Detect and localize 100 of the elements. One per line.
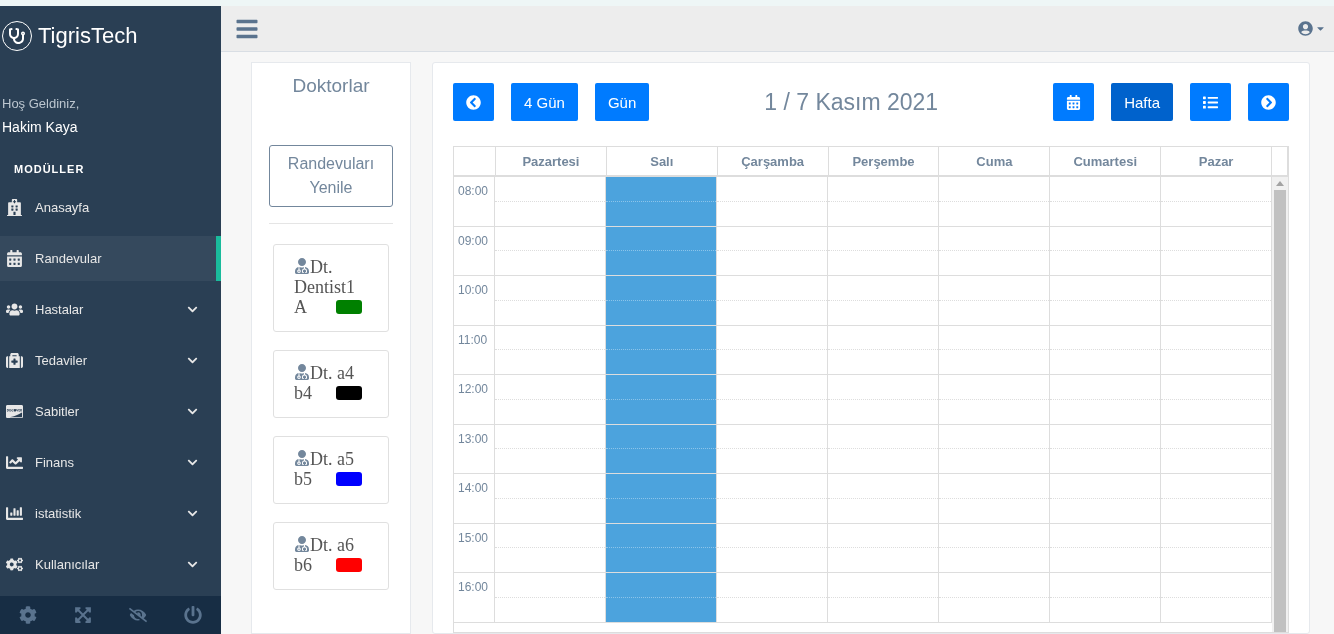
highlighted-slot[interactable] (606, 474, 717, 523)
highlighted-slot[interactable] (606, 375, 717, 424)
time-slot[interactable] (717, 424, 828, 473)
time-slot[interactable] (1161, 375, 1272, 424)
highlighted-slot[interactable] (606, 226, 717, 275)
time-slot[interactable] (1050, 573, 1161, 622)
doctor-card[interactable]: Dt. Dentist1 A (273, 244, 389, 332)
doctor-icon (294, 364, 310, 380)
sidebar-item[interactable]: Kullanıcılar (0, 542, 221, 587)
time-slot[interactable] (495, 325, 606, 374)
day-header: Çarşamba (717, 147, 829, 175)
time-slot[interactable] (939, 325, 1050, 374)
user-menu-button[interactable] (1298, 21, 1326, 36)
time-slot[interactable] (939, 276, 1050, 325)
time-slot[interactable] (828, 325, 939, 374)
month-view-button[interactable] (1053, 83, 1095, 121)
time-slot[interactable] (495, 226, 606, 275)
time-slot[interactable] (1050, 523, 1161, 572)
sidebar-item[interactable]: Anasayfa (0, 185, 221, 230)
next-button[interactable] (1248, 83, 1289, 121)
time-slot[interactable] (495, 474, 606, 523)
time-slot[interactable] (495, 276, 606, 325)
fullscreen-button[interactable] (73, 606, 92, 624)
time-slot[interactable] (828, 226, 939, 275)
time-slot[interactable] (717, 325, 828, 374)
doctor-card[interactable]: Dt. a4 b4 (273, 350, 389, 418)
highlighted-slot[interactable] (606, 573, 717, 622)
time-slot[interactable] (939, 523, 1050, 572)
time-slot[interactable] (1161, 474, 1272, 523)
time-slot[interactable] (717, 523, 828, 572)
eye-slash-button[interactable] (129, 606, 148, 624)
time-slot[interactable] (828, 276, 939, 325)
scrollbar[interactable] (1272, 177, 1288, 632)
time-slot[interactable] (828, 177, 939, 226)
time-slot[interactable] (828, 474, 939, 523)
highlighted-slot[interactable] (606, 325, 717, 374)
day-header: Salı (606, 147, 718, 175)
settings-button[interactable] (18, 606, 37, 624)
time-slot[interactable] (939, 424, 1050, 473)
sidebar-item[interactable]: Sabitler (0, 389, 221, 434)
time-slot[interactable] (1161, 325, 1272, 374)
time-slot[interactable] (828, 523, 939, 572)
list-view-button[interactable] (1190, 83, 1231, 121)
time-slot[interactable] (1161, 177, 1272, 226)
time-slot[interactable] (717, 276, 828, 325)
sidebar-item[interactable]: Randevular (0, 236, 221, 281)
time-slot[interactable] (939, 177, 1050, 226)
time-slot[interactable] (1050, 226, 1161, 275)
time-slot[interactable] (717, 226, 828, 275)
sidebar-item[interactable]: Tedaviler (0, 338, 221, 383)
time-slot[interactable] (717, 177, 828, 226)
doctor-icon (294, 258, 310, 274)
time-slot[interactable] (939, 375, 1050, 424)
time-slot[interactable] (1161, 276, 1272, 325)
time-slot[interactable] (495, 375, 606, 424)
time-slot[interactable] (717, 573, 828, 622)
time-slot[interactable] (1050, 325, 1161, 374)
time-slot[interactable] (1050, 276, 1161, 325)
time-slot[interactable] (1050, 177, 1161, 226)
time-slot[interactable] (828, 573, 939, 622)
time-slot[interactable] (1161, 226, 1272, 275)
time-slot[interactable] (1050, 424, 1161, 473)
view-button[interactable]: 4 Gün (511, 83, 578, 121)
time-slot[interactable] (939, 573, 1050, 622)
time-slot[interactable] (939, 226, 1050, 275)
time-slot[interactable] (828, 424, 939, 473)
highlighted-slot[interactable] (606, 424, 717, 473)
doctor-card[interactable]: Dt. a6 b6 (273, 522, 389, 590)
highlighted-slot[interactable] (606, 177, 717, 226)
time-slot[interactable] (1050, 474, 1161, 523)
sidebar-item[interactable]: Finans (0, 440, 221, 485)
doctor-icon (294, 536, 310, 552)
power-button[interactable] (184, 606, 203, 624)
time-slot[interactable] (717, 375, 828, 424)
brand-name: TigrisTech (38, 23, 138, 49)
view-button[interactable]: Hafta (1111, 83, 1173, 121)
highlighted-slot[interactable] (606, 276, 717, 325)
day-header: Cuma (939, 147, 1051, 175)
doctor-card[interactable]: Dt. a5 b5 (273, 436, 389, 504)
sidebar-item[interactable]: istatistik (0, 491, 221, 536)
time-slot[interactable] (828, 375, 939, 424)
users-icon (6, 301, 23, 318)
chevron-left-icon (466, 94, 481, 110)
time-slot[interactable] (717, 474, 828, 523)
highlighted-slot[interactable] (606, 523, 717, 572)
time-slot[interactable] (1161, 424, 1272, 473)
view-button[interactable]: Gün (594, 83, 650, 121)
time-slot[interactable] (495, 177, 606, 226)
previous-button[interactable] (453, 83, 494, 121)
sidebar-item-label: istatistik (35, 506, 83, 521)
time-slot[interactable] (1161, 523, 1272, 572)
refresh-button[interactable]: Randevuları Yenile (269, 145, 393, 207)
time-slot[interactable] (939, 474, 1050, 523)
time-slot[interactable] (495, 523, 606, 572)
time-slot[interactable] (1050, 375, 1161, 424)
sidebar-item[interactable]: Hastalar (0, 287, 221, 332)
time-slot[interactable] (1161, 573, 1272, 622)
time-slot[interactable] (495, 424, 606, 473)
doctor-name: Dt. a5 b5 (294, 449, 355, 489)
time-slot[interactable] (495, 573, 606, 622)
